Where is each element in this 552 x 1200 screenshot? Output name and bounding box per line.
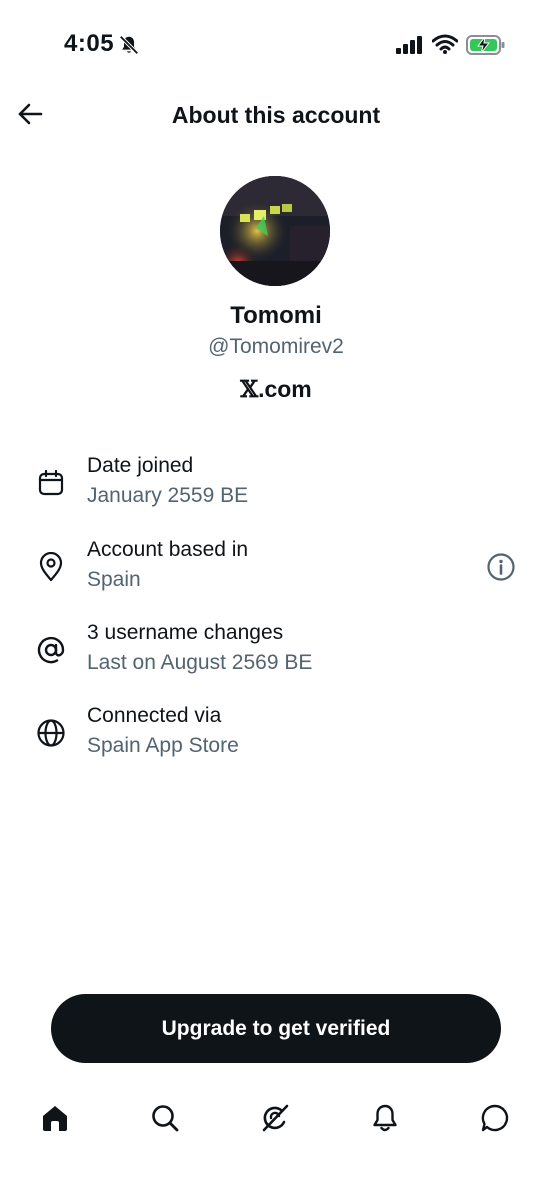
tab-grok[interactable]	[253, 1098, 297, 1142]
bottom-tab-bar	[0, 1090, 552, 1150]
header: About this account	[0, 92, 552, 142]
detail-title: Account based in	[87, 538, 249, 561]
tab-messages[interactable]	[473, 1098, 517, 1142]
detail-date-joined: Date joined January 2559 BE	[0, 454, 552, 524]
x-logo-icon: 𝕏	[240, 376, 259, 403]
upgrade-verified-button[interactable]: Upgrade to get verified	[51, 994, 501, 1063]
platform-domain: .com	[258, 376, 312, 402]
bell-off-icon	[118, 34, 140, 61]
info-circle-icon[interactable]	[484, 550, 518, 584]
tab-home[interactable]	[33, 1098, 77, 1142]
tab-notifications[interactable]	[363, 1098, 407, 1142]
messages-icon	[480, 1103, 510, 1138]
detail-username-changes: 3 username changes Last on August 2569 B…	[0, 621, 552, 691]
page-title: About this account	[171, 102, 381, 128]
detail-value: January 2559 BE	[87, 484, 249, 507]
avatar[interactable]	[220, 176, 330, 286]
detail-value: Spain	[87, 568, 141, 591]
status-bar: 4:05	[0, 0, 552, 90]
bell-icon	[370, 1103, 400, 1138]
display-name: Tomomi	[230, 302, 322, 329]
wifi-icon	[431, 34, 459, 59]
detail-connected-via: Connected via Spain App Store	[0, 704, 552, 774]
detail-value: Spain App Store	[87, 734, 239, 757]
home-icon	[40, 1103, 70, 1138]
detail-title: Connected via	[87, 704, 222, 727]
platform-label: 𝕏.com	[0, 376, 552, 403]
username-handle: @Tomomirev2	[208, 335, 344, 358]
search-icon	[150, 1103, 180, 1138]
tab-search[interactable]	[143, 1098, 187, 1142]
battery-charging-icon	[466, 34, 506, 61]
globe-icon	[34, 716, 68, 750]
cellular-signal-icon	[396, 36, 424, 59]
calendar-icon	[34, 466, 68, 500]
detail-title: Date joined	[87, 454, 194, 477]
detail-account-location: Account based in Spain	[0, 538, 552, 608]
detail-value: Last on August 2569 BE	[87, 651, 313, 674]
status-time: 4:05	[64, 30, 115, 57]
location-pin-icon	[34, 550, 68, 584]
detail-title: 3 username changes	[87, 621, 284, 644]
grok-icon	[259, 1102, 291, 1139]
at-sign-icon	[34, 633, 68, 667]
